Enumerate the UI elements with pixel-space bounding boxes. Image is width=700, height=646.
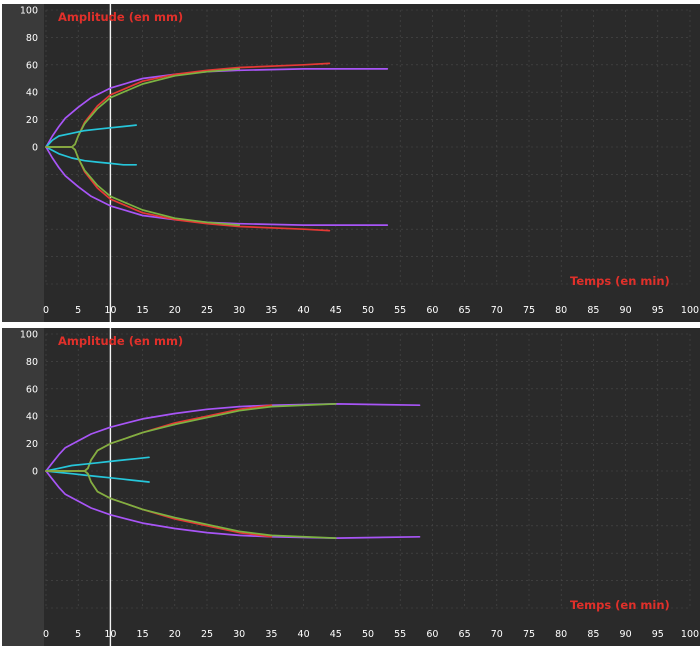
y-tick-label: 80 <box>26 357 38 368</box>
x-tick-label: 10 <box>104 629 116 640</box>
x-tick-label: 75 <box>523 305 535 316</box>
x-axis-title: Temps (en min) <box>570 274 670 288</box>
x-tick-label: 60 <box>426 629 438 640</box>
x-tick-label: 25 <box>201 305 213 316</box>
y-tick-label: 40 <box>26 412 38 423</box>
x-tick-label: 20 <box>169 629 181 640</box>
x-tick-label: 40 <box>298 629 310 640</box>
y-tick-label: 100 <box>20 330 38 341</box>
x-tick-label: 90 <box>620 629 632 640</box>
y-axis-strip <box>2 4 44 322</box>
x-tick-label: 15 <box>137 305 149 316</box>
x-tick-label: 95 <box>652 305 664 316</box>
y-axis-strip <box>2 328 44 646</box>
x-tick-label: 45 <box>330 629 342 640</box>
y-tick-label: 60 <box>26 60 38 71</box>
x-tick-label: 70 <box>491 305 503 316</box>
y-tick-label: 40 <box>26 88 38 99</box>
x-tick-label: 30 <box>233 305 245 316</box>
x-tick-label: 0 <box>43 629 49 640</box>
x-tick-label: 55 <box>394 629 406 640</box>
y-tick-label: 0 <box>32 143 38 154</box>
x-tick-label: 85 <box>587 305 599 316</box>
x-tick-label: 75 <box>523 629 535 640</box>
chart-panel-a: 0 5 10 15 20 25 30 35 40 45 50 55 60 65 70 75 80 85 90 95 10… <box>2 4 700 322</box>
x-tick-label: 70 <box>491 629 503 640</box>
y-tick-label: 100 <box>20 6 38 17</box>
x-tick-label: 45 <box>330 305 342 316</box>
x-tick-label: 65 <box>459 629 471 640</box>
y-tick-label: 20 <box>26 115 38 126</box>
x-tick-label: 15 <box>137 629 149 640</box>
x-tick-label: 20 <box>169 305 181 316</box>
y-tick-label: 0 <box>32 467 38 478</box>
y-tick-label: 20 <box>26 439 38 450</box>
y-axis-title: Amplitude (en mm) <box>58 334 183 348</box>
x-tick-label: 35 <box>265 305 277 316</box>
x-tick-label: 10 <box>104 305 116 316</box>
x-tick-label: 90 <box>620 305 632 316</box>
x-tick-label: 100 <box>681 305 699 316</box>
y-tick-label: 60 <box>26 384 38 395</box>
x-tick-label: 65 <box>459 305 471 316</box>
x-tick-label: 0 <box>43 305 49 316</box>
x-tick-label: 95 <box>652 629 664 640</box>
x-axis-title: Temps (en min) <box>570 598 670 612</box>
x-tick-label: 35 <box>265 629 277 640</box>
x-tick-label: 100 <box>681 629 699 640</box>
y-axis-title: Amplitude (en mm) <box>58 10 183 24</box>
x-tick-label: 50 <box>362 629 374 640</box>
x-tick-label: 5 <box>75 629 81 640</box>
x-tick-label: 60 <box>426 305 438 316</box>
x-tick-label: 80 <box>555 305 567 316</box>
x-tick-label: 25 <box>201 629 213 640</box>
x-tick-label: 85 <box>587 629 599 640</box>
x-tick-label: 40 <box>298 305 310 316</box>
x-tick-label: 50 <box>362 305 374 316</box>
y-tick-label: 80 <box>26 33 38 44</box>
x-tick-label: 80 <box>555 629 567 640</box>
x-tick-label: 30 <box>233 629 245 640</box>
x-tick-label: 55 <box>394 305 406 316</box>
chart-panel-b: 0 5 10 15 20 25 30 35 40 45 50 55 60 65 70 75 80 85 90 95 10… <box>2 328 700 646</box>
x-tick-label: 5 <box>75 305 81 316</box>
